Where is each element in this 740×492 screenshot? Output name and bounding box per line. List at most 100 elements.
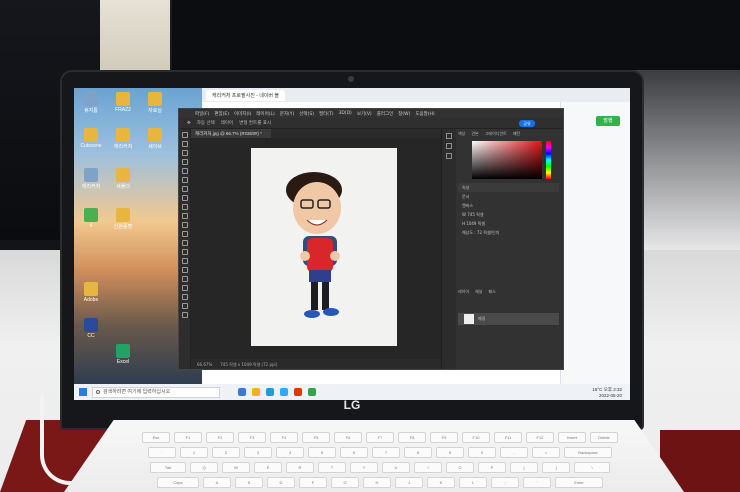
lasso-tool-icon[interactable]	[181, 150, 188, 156]
width-field[interactable]: W 745 픽셀	[458, 210, 559, 219]
menu-edit[interactable]: 편집(E)	[214, 111, 229, 117]
menu-3d[interactable]: 3D(D)	[339, 111, 352, 116]
key[interactable]: S	[235, 477, 263, 488]
desktop-icon-folder[interactable]: 세이브	[140, 128, 170, 150]
crop-tool-icon[interactable]	[181, 168, 188, 174]
tab-color[interactable]: 색상	[458, 131, 465, 138]
key[interactable]: H	[363, 477, 391, 488]
menu-window[interactable]: 창(W)	[398, 111, 410, 117]
key[interactable]: Q	[190, 462, 218, 473]
menu-file[interactable]: 파일(F)	[195, 111, 209, 117]
key[interactable]: Enter	[555, 477, 603, 488]
height-field[interactable]: H 1049 픽셀	[458, 219, 559, 228]
key[interactable]: F10	[462, 432, 490, 443]
key[interactable]: Backspace	[564, 447, 612, 458]
key[interactable]: Delete	[590, 432, 618, 443]
key[interactable]: 6	[340, 447, 368, 458]
key[interactable]: [	[510, 462, 538, 473]
key[interactable]: E	[254, 462, 282, 473]
edge-icon[interactable]	[266, 388, 274, 396]
transform-controls-option[interactable]: 변형 컨트롤 표시	[239, 120, 271, 126]
key[interactable]: \	[574, 462, 610, 473]
start-button[interactable]	[74, 384, 92, 400]
key[interactable]: F7	[366, 432, 394, 443]
key[interactable]: Tab	[150, 462, 186, 473]
canvas-area[interactable]	[191, 138, 441, 359]
layer-item[interactable]: 배경	[458, 313, 559, 325]
key[interactable]: Y	[350, 462, 378, 473]
key[interactable]: Insert	[558, 432, 586, 443]
key[interactable]: U	[382, 462, 410, 473]
key[interactable]: 4	[276, 447, 304, 458]
key[interactable]: ;	[491, 477, 519, 488]
key[interactable]: 1	[180, 447, 208, 458]
key[interactable]: F8	[398, 432, 426, 443]
app-icon[interactable]	[308, 388, 316, 396]
tab-paths[interactable]: 패스	[488, 289, 495, 296]
key[interactable]: P	[478, 462, 506, 473]
clone-stamp-tool-icon[interactable]	[181, 213, 188, 219]
key[interactable]: 3	[244, 447, 272, 458]
desktop-icon-folder[interactable]: Cutscene	[76, 128, 106, 149]
dodge-tool-icon[interactable]	[181, 258, 188, 264]
key[interactable]: F6	[334, 432, 362, 443]
type-tool-icon[interactable]	[181, 276, 188, 282]
key[interactable]: R	[286, 462, 314, 473]
key[interactable]: F9	[430, 432, 458, 443]
desktop-icon-excel[interactable]: Excel	[108, 344, 138, 365]
hand-tool-icon[interactable]	[181, 303, 188, 309]
gradient-tool-icon[interactable]	[181, 240, 188, 246]
key[interactable]: F2	[206, 432, 234, 443]
key[interactable]: D	[267, 477, 295, 488]
desktop-icon-recycle-bin[interactable]: 휴지통	[76, 92, 106, 114]
menu-help[interactable]: 도움말(H)	[415, 111, 434, 117]
tab-channels[interactable]: 채널	[475, 289, 482, 296]
desktop-icon-file[interactable]: 캐리커처	[76, 168, 106, 190]
key[interactable]: W	[222, 462, 250, 473]
desktop-icon-folder[interactable]: FRAZ2	[108, 92, 138, 113]
taskbar-search-input[interactable]: 검색하려면 여기에 입력하십시오	[92, 386, 220, 398]
eraser-tool-icon[interactable]	[181, 231, 188, 237]
pen-tool-icon[interactable]	[181, 267, 188, 273]
resolution-field[interactable]: 해상도 : 72 픽셀/인치	[458, 228, 559, 237]
desktop-icon-app[interactable]: CC	[76, 318, 106, 339]
quick-select-tool-icon[interactable]	[181, 159, 188, 165]
task-view-icon[interactable]	[238, 388, 246, 396]
key[interactable]: A	[203, 477, 231, 488]
tab-swatches[interactable]: 견본	[471, 131, 478, 138]
file-explorer-icon[interactable]	[252, 388, 260, 396]
menu-image[interactable]: 이미지(I)	[234, 111, 251, 117]
key[interactable]: 5	[308, 447, 336, 458]
key[interactable]: 0	[468, 447, 496, 458]
tab-layers[interactable]: 레이어	[458, 289, 469, 296]
share-button[interactable]: 공유	[519, 120, 535, 127]
menu-select[interactable]: 선택(S)	[299, 111, 314, 117]
key[interactable]: K	[427, 477, 455, 488]
key[interactable]: 7	[372, 447, 400, 458]
brush-settings-icon[interactable]	[446, 153, 452, 159]
office-icon[interactable]	[294, 388, 302, 396]
key[interactable]: =	[532, 447, 560, 458]
key[interactable]: I	[414, 462, 442, 473]
browser-tab[interactable]: 캐리커처 프로필사진 - 네이버 블	[206, 89, 286, 101]
key[interactable]: F1	[174, 432, 202, 443]
key[interactable]: 8	[404, 447, 432, 458]
move-tool-icon[interactable]	[181, 132, 188, 138]
shape-tool-icon[interactable]	[181, 294, 188, 300]
publish-button[interactable]: 발행	[596, 116, 620, 126]
marquee-tool-icon[interactable]	[181, 141, 188, 147]
color-picker-field[interactable]	[472, 141, 542, 179]
key[interactable]: F12	[526, 432, 554, 443]
desktop-icon-app[interactable]: 4	[76, 208, 106, 229]
key[interactable]: L	[459, 477, 487, 488]
key[interactable]: F	[299, 477, 327, 488]
key[interactable]: 9	[436, 447, 464, 458]
key[interactable]: F4	[270, 432, 298, 443]
key[interactable]: J	[395, 477, 423, 488]
eyedropper-tool-icon[interactable]	[181, 186, 188, 192]
desktop-icon-folder[interactable]: 신원증명	[108, 208, 138, 230]
desktop-icon-folder[interactable]: 새폴더	[108, 168, 138, 190]
key[interactable]: ]	[542, 462, 570, 473]
menu-layer[interactable]: 레이어(L)	[256, 111, 274, 117]
key[interactable]: Esc	[142, 432, 170, 443]
